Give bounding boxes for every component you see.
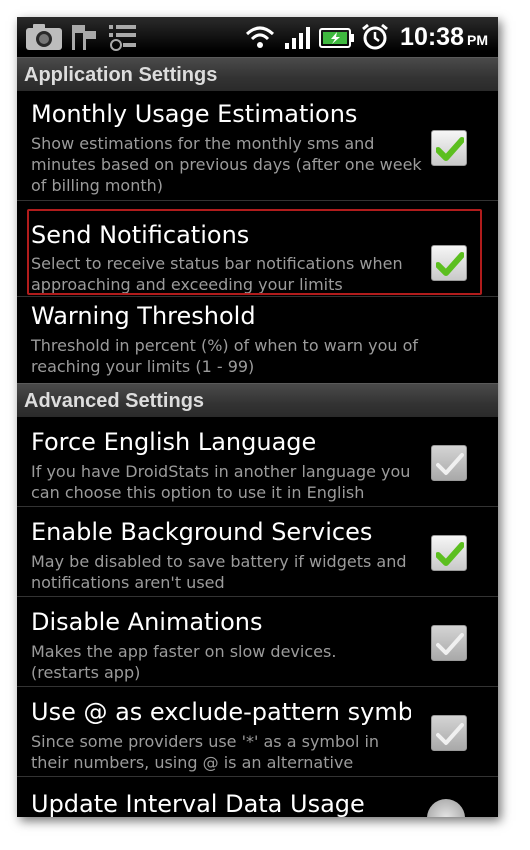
checkmark-icon <box>436 137 464 161</box>
checkmark-icon <box>436 453 464 475</box>
checkbox-exclude-pattern[interactable] <box>431 715 467 751</box>
signal-icon <box>283 25 313 55</box>
pref-summary: Since some providers use '*' as a symbol… <box>31 732 380 772</box>
pref-summary: May be disabled to save battery if widge… <box>31 552 407 592</box>
checkbox-background-services[interactable] <box>431 535 467 571</box>
pref-title: Update Interval Data Usage <box>31 790 365 817</box>
wifi-icon <box>245 24 275 54</box>
pref-summary: Threshold in percent (%) of when to warn… <box>31 336 419 376</box>
pref-title: Enable Background Services <box>31 518 373 546</box>
pref-summary: Show estimations for the monthly sms and… <box>31 134 422 195</box>
checkbox-disable-animations[interactable] <box>431 625 467 661</box>
settings-flags-icon <box>69 23 99 55</box>
pref-warning-threshold[interactable]: Warning Threshold Threshold in percent (… <box>17 297 498 383</box>
checkmark-icon <box>436 723 464 745</box>
checkmark-icon <box>436 633 464 655</box>
focus-highlight <box>27 209 482 295</box>
clock-time: 10:38 <box>400 23 464 51</box>
section-header-application-settings: Application Settings <box>17 57 498 91</box>
checkbox-force-english[interactable] <box>431 445 467 481</box>
pref-force-english-language[interactable]: Force English Language If you have Droid… <box>17 417 498 507</box>
pref-update-interval-data-usage[interactable]: Update Interval Data Usage <box>17 777 498 817</box>
pref-title: Monthly Usage Estimations <box>31 100 358 128</box>
phone-screen: 10:38 PM Application Settings Monthly Usa… <box>17 17 498 817</box>
pref-monthly-usage-estimations[interactable]: Monthly Usage Estimations Show estimatio… <box>17 91 498 201</box>
status-bar: 10:38 PM <box>17 17 498 57</box>
pref-title: Force English Language <box>31 428 317 456</box>
list-icon <box>107 22 139 56</box>
pref-title: Disable Animations <box>31 608 263 636</box>
clock-ampm: PM <box>467 32 488 48</box>
pref-exclude-pattern-symbol[interactable]: Use @ as exclude-pattern symbol Since so… <box>17 687 498 777</box>
pref-summary: If you have DroidStats in another langua… <box>31 462 411 502</box>
pref-disable-animations[interactable]: Disable Animations Makes the app faster … <box>17 597 498 687</box>
checkbox-monthly-usage[interactable] <box>431 130 467 166</box>
section-header-advanced-settings: Advanced Settings <box>17 383 498 417</box>
checkmark-icon <box>436 542 464 566</box>
status-clock: 10:38 PM <box>400 20 488 57</box>
pref-summary: Makes the app faster on slow devices. (r… <box>31 642 337 682</box>
camera-icon <box>25 23 63 55</box>
pref-title: Use @ as exclude-pattern symbol <box>31 698 411 726</box>
pref-title: Warning Threshold <box>31 302 256 330</box>
pref-enable-background-services[interactable]: Enable Background Services May be disabl… <box>17 507 498 597</box>
battery-charging-icon <box>319 26 355 54</box>
alarm-clock-icon <box>360 22 390 56</box>
